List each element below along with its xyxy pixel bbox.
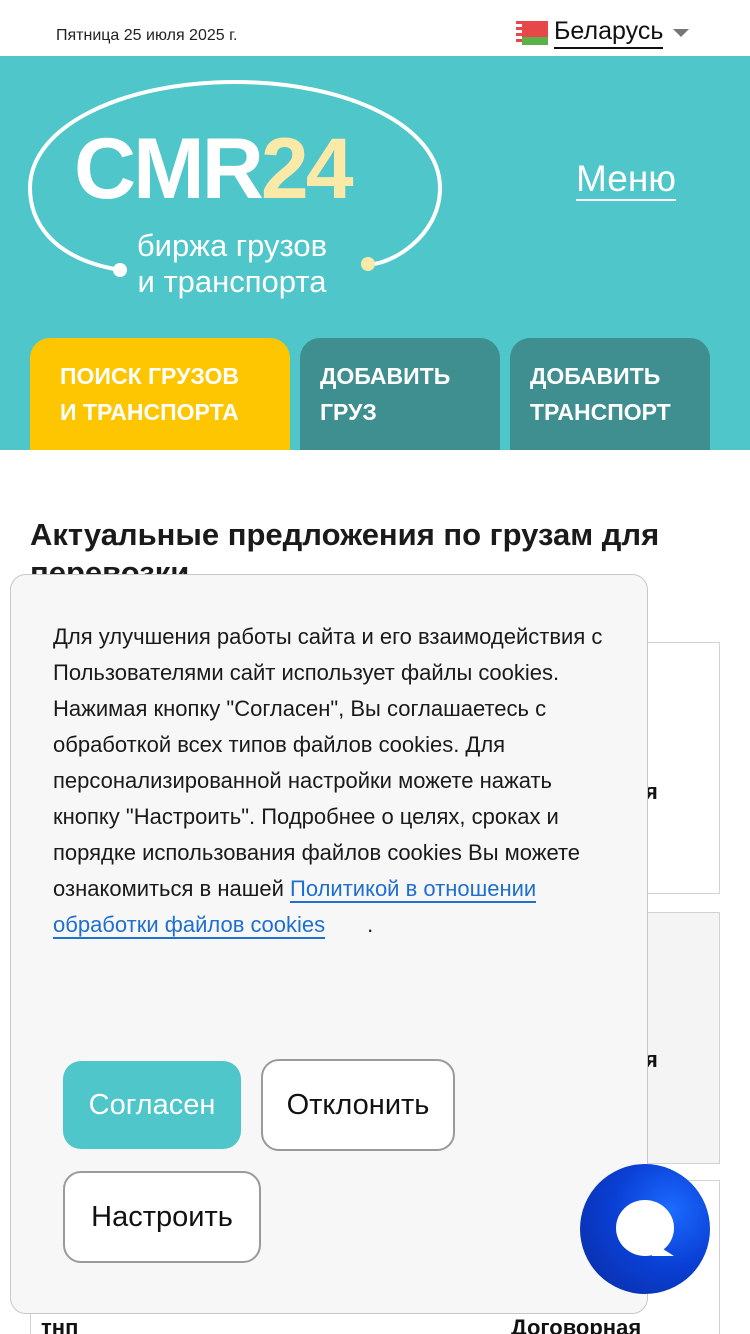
cmr24-logo[interactable]: CMR24 биржа грузов и транспорта xyxy=(28,78,442,310)
logo-subtitle-line2: и транспорта xyxy=(137,264,327,299)
tab-add-cargo[interactable]: ДОБАВИТЬ ГРУЗ xyxy=(300,338,500,450)
tab-label-line2: И ТРАНСПОРТА xyxy=(60,399,239,425)
cookie-message: Для улучшения работы сайта и его взаимод… xyxy=(53,619,623,943)
tab-label-line2: ГРУЗ xyxy=(320,399,377,425)
belarus-flag-icon xyxy=(516,20,548,45)
site-header: CMR24 биржа грузов и транспорта Меню ПОИ… xyxy=(0,56,750,450)
chevron-down-icon[interactable] xyxy=(673,28,690,37)
decline-button[interactable]: Отклонить xyxy=(261,1059,455,1151)
tab-label-line1: ДОБАВИТЬ xyxy=(320,363,451,389)
logo-wordmark: CMR24 xyxy=(74,121,354,217)
tab-label-line2: ТРАНСПОРТ xyxy=(530,399,671,425)
logo-subtitle-line1: биржа грузов xyxy=(136,228,328,263)
tab-label-line1: ДОБАВИТЬ xyxy=(530,363,661,389)
cookie-message-text: Для улучшения работы сайта и его взаимод… xyxy=(53,624,603,901)
chat-bubble-tail xyxy=(652,1242,674,1256)
accept-button[interactable]: Согласен xyxy=(63,1061,241,1149)
cookie-consent-dialog: Для улучшения работы сайта и его взаимод… xyxy=(10,574,648,1314)
settings-button[interactable]: Настроить xyxy=(63,1171,261,1263)
country-selector[interactable]: Беларусь xyxy=(516,16,690,49)
top-bar: Пятница 25 июля 2025 г. Беларусь xyxy=(0,0,750,56)
card-cargo-type: тнп xyxy=(41,1315,79,1334)
tab-add-transport[interactable]: ДОБАВИТЬ ТРАНСПОРТ xyxy=(510,338,710,450)
cookie-message-end: . xyxy=(367,912,374,937)
current-date: Пятница 25 июля 2025 г. xyxy=(56,27,238,44)
card-price: Договорная xyxy=(511,1315,642,1334)
country-name[interactable]: Беларусь xyxy=(554,16,664,49)
menu-link[interactable]: Меню xyxy=(576,159,676,201)
chat-button[interactable] xyxy=(580,1164,710,1294)
tab-label-line1: ПОИСК ГРУЗОВ xyxy=(60,363,239,389)
tab-search-cargo-transport[interactable]: ПОИСК ГРУЗОВ И ТРАНСПОРТА xyxy=(30,338,290,450)
